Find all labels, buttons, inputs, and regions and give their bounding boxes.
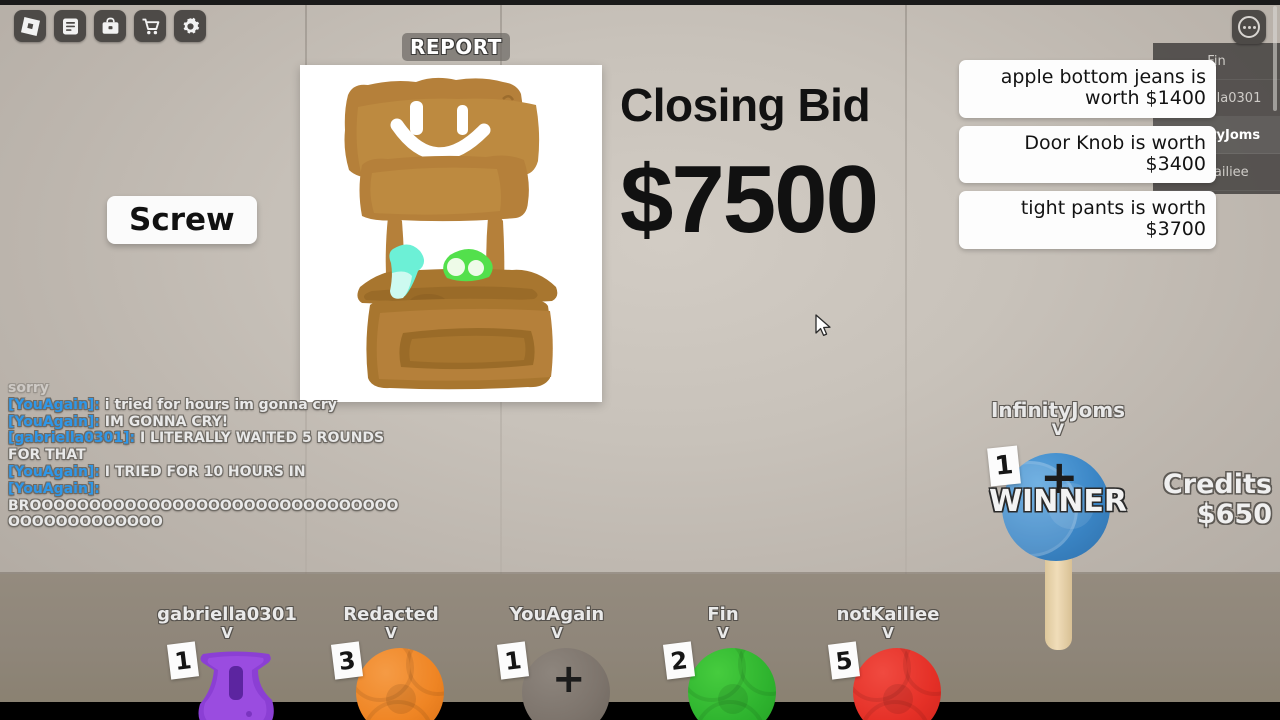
player-place-badge: 5 <box>827 641 861 680</box>
credits-panel: Credits $650 <box>1162 469 1272 531</box>
player-ball-avatar <box>688 648 776 720</box>
player-ball-avatar <box>356 648 444 720</box>
notification-card: tight pants is worth $3700 <box>959 191 1216 249</box>
chat-username: [YouAgain]: <box>8 480 100 497</box>
notification-stack: apple bottom jeans is worth $1400 Door K… <box>959 60 1216 257</box>
avatar-wrap: 2 <box>633 641 813 720</box>
mouse-cursor <box>814 314 832 343</box>
roblox-topbar <box>14 10 206 42</box>
roblox-logo-icon[interactable] <box>14 10 46 42</box>
player-avatar-gabriella0301[interactable]: gabriella0301 V 1 <box>137 604 317 720</box>
player-place-badge: 3 <box>330 641 364 680</box>
more-options-button[interactable] <box>1232 10 1266 44</box>
chat-message: [gabriella0301]: I LITERALLY WAITED 5 RO… <box>8 430 408 464</box>
drawing-canvas <box>300 65 602 402</box>
chat-icon[interactable] <box>54 10 86 42</box>
player-avatar-redacted[interactable]: Redacted V 3 <box>301 604 481 720</box>
more-dots-icon <box>1238 16 1260 38</box>
bottom-player-row: gabriella0301 V 1 Redacted V 3 YouAgain … <box>0 590 1280 720</box>
wall-seam <box>905 0 907 574</box>
player-chevron-icon: V <box>882 624 894 642</box>
chat-text: i tried for hours im gonna cry <box>99 396 337 413</box>
player-avatar-fin[interactable]: Fin V 2 <box>633 604 813 720</box>
chat-text: I TRIED FOR 10 HOURS IN <box>99 463 306 480</box>
winner-label: WINNER <box>988 484 1128 519</box>
chat-username: [YouAgain]: <box>8 396 100 413</box>
chat-message: [YouAgain]: i tried for hours im gonna c… <box>8 397 408 414</box>
closing-bid-amount: $7500 <box>620 146 879 253</box>
top-letterbox <box>0 0 1280 5</box>
player-ball-avatar <box>853 648 941 720</box>
chat-text: BROOOOOOOOOOOOOOOOOOOOOOOOOOOOOOOOOOOOOO… <box>8 497 399 531</box>
player-place-badge: 1 <box>166 641 200 680</box>
game-viewport: REPORT Screw Closing Bid $7500 Fin gabri… <box>0 0 1280 720</box>
player-avatar-notkailiee[interactable]: notKailiee V 5 <box>798 604 978 720</box>
player-name-label: YouAgain <box>509 604 605 625</box>
player-name-label: gabriella0301 <box>157 604 297 625</box>
player-place-badge: 2 <box>662 641 696 680</box>
chat-message: [YouAgain]: BROOOOOOOOOOOOOOOOOOOOOOOOOO… <box>8 481 408 531</box>
player-chevron-icon: V <box>221 624 233 642</box>
winner-chevron-icon: V <box>1051 420 1065 439</box>
avatar-wrap: 5 <box>798 641 978 720</box>
credits-amount: $650 <box>1196 499 1272 531</box>
credits-label: Credits <box>1162 469 1272 500</box>
winner-place-badge: 1 <box>987 445 1021 487</box>
pot-avatar <box>198 651 274 720</box>
avatar-wrap: + 1 <box>467 641 647 720</box>
player-list-scrollbar[interactable] <box>1273 6 1277 111</box>
settings-gear-icon[interactable] <box>174 10 206 42</box>
chat-text: sorry <box>8 380 49 396</box>
report-label[interactable]: REPORT <box>402 33 510 61</box>
chat-username: [YouAgain]: <box>8 463 100 480</box>
avatar-wrap: 3 <box>301 641 481 720</box>
plus-face-icon: + <box>552 656 586 702</box>
player-chevron-icon: V <box>717 624 729 642</box>
drawing-artwork <box>344 77 558 390</box>
winner-name-label: InfinityJoms <box>990 398 1126 422</box>
player-chevron-icon: V <box>551 624 563 642</box>
player-name-label: notKailiee <box>836 604 940 625</box>
player-chevron-icon: V <box>385 624 397 642</box>
player-name-label: Redacted <box>343 604 439 625</box>
chat-username: [gabriella0301]: <box>8 430 136 447</box>
closing-bid-panel: Closing Bid $7500 <box>620 79 879 253</box>
player-place-badge: 1 <box>496 641 530 680</box>
notification-card: apple bottom jeans is worth $1400 <box>959 60 1216 118</box>
backpack-icon[interactable] <box>94 10 126 42</box>
notification-card: Door Knob is worth $3400 <box>959 125 1216 184</box>
chat-username: [YouAgain]: <box>8 413 100 430</box>
closing-bid-title: Closing Bid <box>620 79 871 131</box>
chat-message: sorry <box>8 380 408 397</box>
player-avatar-youagain[interactable]: YouAgain V + 1 <box>467 604 647 720</box>
chat-message: [YouAgain]: IM GONNA CRY! <box>8 414 408 431</box>
prompt-word-label: Screw <box>107 196 257 244</box>
avatar-wrap: 1 <box>137 641 317 720</box>
player-name-label: Fin <box>707 604 739 625</box>
chat-log[interactable]: sorry [YouAgain]: i tried for hours im g… <box>8 380 408 531</box>
chat-text: IM GONNA CRY! <box>99 413 229 430</box>
shop-cart-icon[interactable] <box>134 10 166 42</box>
chat-message: [YouAgain]: I TRIED FOR 10 HOURS IN <box>8 464 408 481</box>
